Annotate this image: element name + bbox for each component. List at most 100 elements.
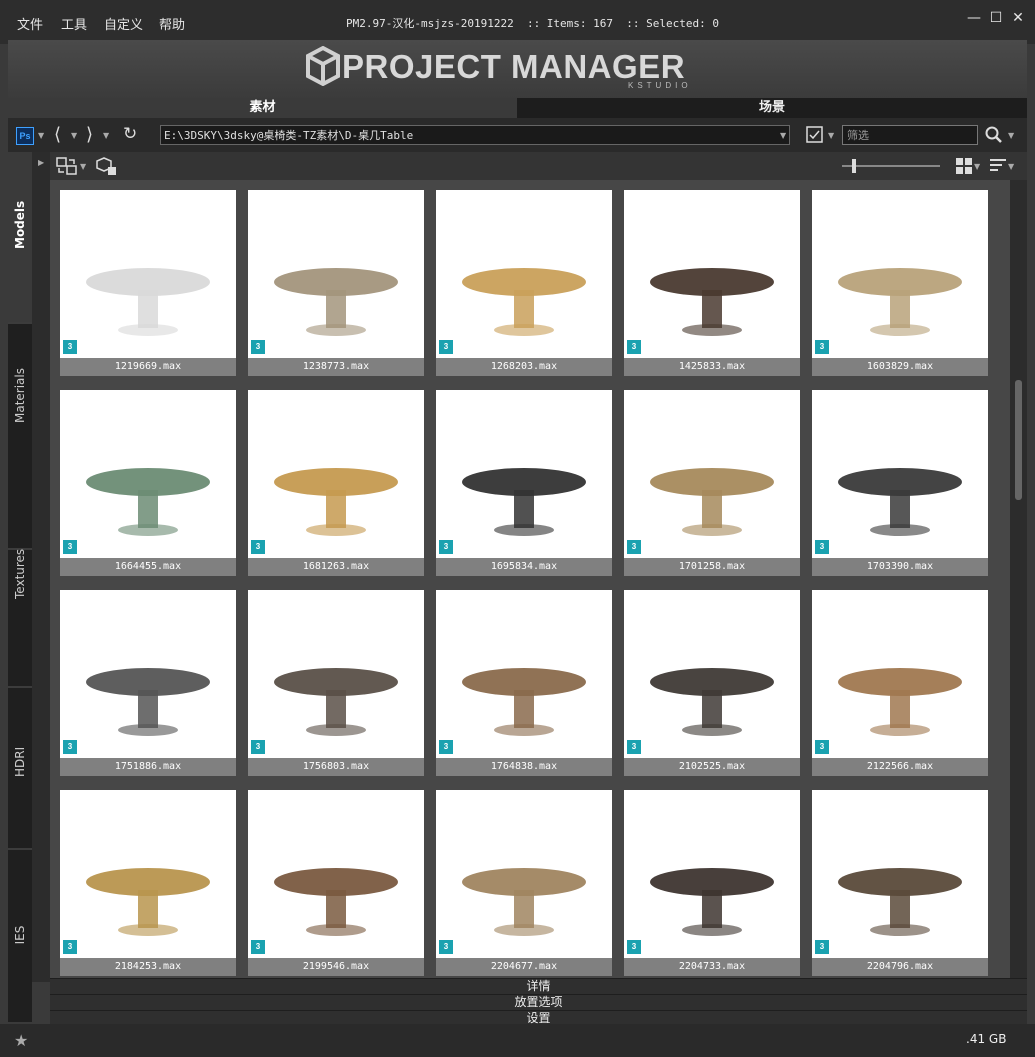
3dsmax-file-icon: 3: [251, 940, 265, 954]
chevron-down-icon[interactable]: ▼: [974, 162, 980, 171]
asset-thumbnail[interactable]: 3 1764838.max: [436, 590, 612, 776]
menu-help[interactable]: 帮助: [159, 14, 185, 33]
menu-customize[interactable]: 自定义: [104, 14, 143, 33]
asset-preview-image: [436, 590, 612, 758]
forward-icon[interactable]: ⟩: [86, 124, 93, 145]
asset-thumbnail[interactable]: 3 2204677.max: [436, 790, 612, 976]
tab-assets[interactable]: 素材: [8, 98, 517, 119]
search-icon[interactable]: [985, 126, 1003, 144]
cube-icon[interactable]: [96, 156, 118, 176]
asset-thumbnail[interactable]: 3 1751886.max: [60, 590, 236, 776]
panel-details[interactable]: 详情: [50, 978, 1027, 995]
panel-placement-options[interactable]: 放置选项: [50, 994, 1027, 1011]
3dsmax-file-icon: 3: [251, 740, 265, 754]
asset-thumbnail[interactable]: 3 2199546.max: [248, 790, 424, 976]
grid-view-icon[interactable]: [956, 158, 972, 174]
asset-filename: 1701258.max: [624, 558, 800, 576]
zoom-slider-handle[interactable]: [852, 159, 856, 173]
star-icon[interactable]: ★: [14, 1031, 28, 1050]
asset-filename: 1664455.max: [60, 558, 236, 576]
asset-thumbnail[interactable]: 3 1425833.max: [624, 190, 800, 376]
asset-preview-image: [812, 790, 988, 958]
divider: [8, 848, 32, 850]
sync-icon[interactable]: [56, 156, 78, 176]
3dsmax-file-icon: 3: [815, 340, 829, 354]
expand-arrow-icon[interactable]: ▶: [38, 158, 44, 167]
asset-grid: 3 1219669.max 3 1238773.max 3 1268203.max 3 142…: [50, 180, 1010, 982]
filter-input[interactable]: 筛选: [842, 125, 978, 145]
asset-thumbnail[interactable]: 3 2102525.max: [624, 590, 800, 776]
3dsmax-file-icon: 3: [627, 340, 641, 354]
sidebar-item-ies[interactable]: IES: [13, 923, 27, 947]
3dsmax-file-icon: 3: [251, 340, 265, 354]
close-button[interactable]: ✕: [1009, 10, 1027, 26]
window-title: PM2.97-汉化-msjzs-20191222 :: Items: 167 :…: [346, 17, 719, 30]
vertical-scrollbar[interactable]: [1010, 180, 1027, 982]
asset-thumbnail[interactable]: 3 2184253.max: [60, 790, 236, 976]
content-panel: ▶ ▼ ▼ ▼ 3 1219669.max 3 1238773.max 3 1268203…: [32, 152, 1027, 1022]
asset-filename: 2204677.max: [436, 958, 612, 976]
chevron-down-icon[interactable]: ▼: [103, 131, 109, 140]
tab-scenes[interactable]: 场景: [517, 98, 1027, 118]
asset-preview-image: [624, 390, 800, 558]
3dsmax-file-icon: 3: [815, 740, 829, 754]
chevron-down-icon[interactable]: ▼: [80, 162, 86, 171]
3dsmax-file-icon: 3: [63, 740, 77, 754]
3dsmax-file-icon: 3: [251, 540, 265, 554]
zoom-slider-track[interactable]: [842, 165, 940, 167]
menu-tools[interactable]: 工具: [61, 14, 87, 33]
chevron-down-icon[interactable]: ▼: [38, 131, 44, 140]
minimize-button[interactable]: —: [965, 10, 983, 26]
3dsmax-file-icon: 3: [63, 340, 77, 354]
3dsmax-file-icon: 3: [627, 540, 641, 554]
sidebar-item-hdri[interactable]: HDRI: [13, 747, 27, 777]
asset-thumbnail[interactable]: 3 1219669.max: [60, 190, 236, 376]
banner-subtitle: KSTUDIO: [628, 81, 692, 90]
asset-filename: 1756803.max: [248, 758, 424, 776]
refresh-icon[interactable]: ↻: [123, 124, 137, 144]
filter-list-icon[interactable]: [806, 126, 824, 144]
asset-thumbnail[interactable]: 3 1664455.max: [60, 390, 236, 576]
asset-thumbnail[interactable]: 3 1681263.max: [248, 390, 424, 576]
path-dropdown-icon[interactable]: ▼: [780, 131, 786, 140]
asset-filename: 2204796.max: [812, 958, 988, 976]
chevron-down-icon[interactable]: ▼: [71, 131, 77, 140]
asset-preview-image: [60, 190, 236, 358]
menu-file[interactable]: 文件: [17, 14, 43, 33]
back-icon[interactable]: ⟨: [54, 124, 61, 145]
sidebar-item-materials[interactable]: Materials: [13, 368, 27, 423]
3dsmax-file-icon: 3: [439, 940, 453, 954]
chevron-down-icon[interactable]: ▼: [828, 131, 834, 140]
asset-thumbnail[interactable]: 3 2122566.max: [812, 590, 988, 776]
asset-thumbnail[interactable]: 3 2204796.max: [812, 790, 988, 976]
chevron-down-icon[interactable]: ▼: [1008, 131, 1014, 140]
asset-thumbnail[interactable]: 3 1756803.max: [248, 590, 424, 776]
asset-thumbnail[interactable]: 3 1603829.max: [812, 190, 988, 376]
3dsmax-file-icon: 3: [815, 940, 829, 954]
asset-thumbnail[interactable]: 3 2204733.max: [624, 790, 800, 976]
asset-thumbnail[interactable]: 3 1695834.max: [436, 390, 612, 576]
asset-preview-image: [812, 190, 988, 358]
maximize-button[interactable]: ☐: [987, 10, 1005, 26]
path-input[interactable]: E:\3DSKY\3dsky@桌椅类-TZ素材\D-桌几Table: [160, 125, 790, 145]
asset-preview-image: [60, 790, 236, 958]
asset-filename: 1219669.max: [60, 358, 236, 376]
3dsmax-file-icon: 3: [627, 740, 641, 754]
sidebar-item-models[interactable]: Models: [13, 201, 27, 249]
photoshop-icon[interactable]: Ps: [16, 127, 34, 145]
scrollbar-thumb[interactable]: [1015, 380, 1022, 500]
3dsmax-file-icon: 3: [439, 540, 453, 554]
asset-thumbnail[interactable]: 3 1238773.max: [248, 190, 424, 376]
sort-icon[interactable]: [990, 158, 1006, 174]
chevron-down-icon[interactable]: ▼: [1008, 162, 1014, 171]
sidebar-item-textures[interactable]: Textures: [13, 549, 27, 599]
asset-filename: 1695834.max: [436, 558, 612, 576]
toolbar: Ps ▼ ⟨ ▼ ⟩ ▼ ↻ E:\3DSKY\3dsky@桌椅类-TZ素材\D…: [8, 118, 1027, 152]
asset-thumbnail[interactable]: 3 1701258.max: [624, 390, 800, 576]
asset-preview-image: [60, 390, 236, 558]
asset-thumbnail[interactable]: 3 1268203.max: [436, 190, 612, 376]
collapse-strip[interactable]: ▶: [32, 152, 50, 982]
storage-size: .41 GB: [966, 1032, 1007, 1046]
3dsmax-file-icon: 3: [439, 340, 453, 354]
asset-thumbnail[interactable]: 3 1703390.max: [812, 390, 988, 576]
